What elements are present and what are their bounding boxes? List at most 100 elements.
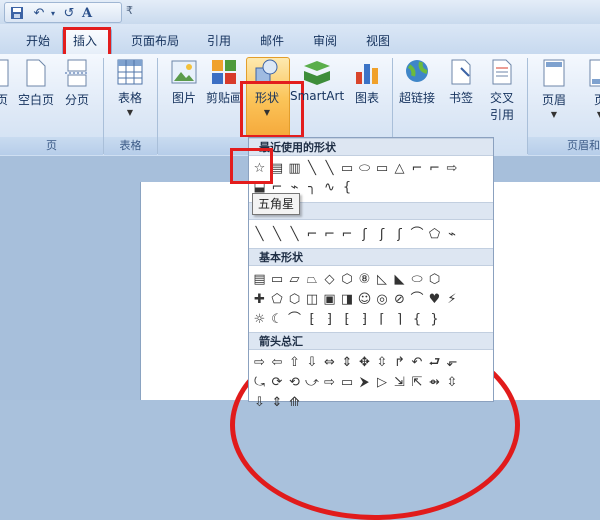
recent_row1-shape-item[interactable]: ⌐ (409, 160, 426, 177)
basic_row2-shape-item[interactable]: ⌒ (409, 291, 426, 308)
arrows_row3-shape-item[interactable]: ⇕ (269, 394, 286, 411)
clipart-button[interactable]: 剪贴画 (204, 58, 244, 136)
basic_row3-shape-item[interactable]: { (409, 311, 426, 328)
recent_row1-shape-item[interactable]: △ (391, 160, 408, 177)
basic_row2-shape-item[interactable]: ◫ (304, 291, 321, 308)
basic_row1-shape-item[interactable]: ▤ (251, 271, 268, 288)
recent_row1-shape-item[interactable]: ▥ (286, 160, 303, 177)
arrows_row2-shape-item[interactable]: ⟳ (269, 374, 286, 391)
arrows_row1-shape-item[interactable]: ⇳ (374, 354, 391, 371)
arrows_row2-shape-item[interactable]: ▷ (374, 374, 391, 391)
basic_row2-shape-item[interactable]: ☺ (356, 291, 373, 308)
picture-button[interactable]: 图片 (164, 58, 204, 136)
basic_row1-shape-item[interactable]: ▭ (269, 271, 286, 288)
arrows_row3-shape-item[interactable]: ⇩ (251, 394, 268, 411)
basic_row1-shape-item[interactable]: ⏢ (304, 271, 321, 288)
lines_row-shape-item[interactable]: ╲ (251, 226, 268, 243)
cross-reference-button[interactable]: 交叉 引用 (482, 58, 522, 136)
lines_row-shape-item[interactable]: ╲ (286, 226, 303, 243)
arrows_row2-shape-item[interactable]: ⤿ (251, 374, 268, 391)
tab-mailings[interactable]: 邮件 (260, 32, 284, 49)
basic_row1-shape-item[interactable]: ◣ (391, 271, 408, 288)
lines_row-shape-item[interactable]: ʃ (374, 226, 391, 243)
basic_row2-shape-item[interactable]: ▣ (321, 291, 338, 308)
lines_row-shape-item[interactable]: ⌐ (321, 226, 338, 243)
basic_row3-shape-item[interactable]: ⁅ (339, 311, 356, 328)
basic_row3-shape-item[interactable]: ⌉ (391, 311, 408, 328)
arrows_row2-shape-item[interactable]: ⇳ (444, 374, 461, 391)
basic_row3-shape-item[interactable]: ⁆ (356, 311, 373, 328)
recent_row2-shape-item[interactable]: ╮ (304, 179, 321, 196)
recent_row1-shape-item[interactable]: ▭ (374, 160, 391, 177)
lines_row-shape-item[interactable]: ⬠ (426, 226, 443, 243)
basic_row2-shape-item[interactable]: ⬡ (286, 291, 303, 308)
arrows_row1-shape-item[interactable]: ⇦ (269, 354, 286, 371)
basic_row3-shape-item[interactable]: ☾ (269, 311, 286, 328)
lines_row-shape-item[interactable]: ʃ (391, 226, 408, 243)
chart-button[interactable]: 图表 (347, 58, 387, 136)
tab-home[interactable]: 开始 (26, 32, 50, 49)
recent_row1-shape-item[interactable]: ⌐ (426, 160, 443, 177)
header-button[interactable]: 页眉 ▼ (534, 58, 574, 136)
cover-page-button[interactable]: 页 (0, 58, 10, 136)
lines_row-shape-item[interactable]: ⌐ (339, 226, 356, 243)
lines_row-shape-item[interactable]: ʃ (356, 226, 373, 243)
recent_row1-shape-item[interactable]: ▭ (339, 160, 356, 177)
undo-dropdown-icon[interactable]: ▾ (45, 6, 61, 22)
basic_row2-shape-item[interactable]: ♥ (426, 291, 443, 308)
save-icon[interactable] (9, 6, 25, 22)
tab-view[interactable]: 视图 (366, 32, 390, 49)
recent_row1-shape-item[interactable]: ⇨ (444, 160, 461, 177)
qat-customize-icon[interactable]: ₹ (126, 4, 133, 17)
basic_row2-shape-item[interactable]: ⊘ (391, 291, 408, 308)
font-icon[interactable]: A (79, 6, 95, 22)
arrows_row1-shape-item[interactable]: ⮐ (426, 354, 443, 371)
arrows_row1-shape-item[interactable]: ↶ (409, 354, 426, 371)
basic_row1-shape-item[interactable]: ⬭ (409, 271, 426, 288)
page-break-button[interactable]: 分页 (60, 58, 94, 136)
basic_row1-shape-item[interactable]: ⬡ (426, 271, 443, 288)
arrows_row1-shape-item[interactable]: ⇩ (304, 354, 321, 371)
basic_row2-shape-item[interactable]: ◎ (374, 291, 391, 308)
basic_row1-shape-item[interactable]: ⑧ (356, 271, 373, 288)
lines_row-shape-item[interactable]: ⌁ (444, 226, 461, 243)
tab-page-layout[interactable]: 页面布局 (131, 32, 179, 49)
tab-references[interactable]: 引用 (207, 32, 231, 49)
recent_row2-shape-item[interactable]: { (339, 179, 356, 196)
basic_row3-shape-item[interactable]: ☼ (251, 311, 268, 328)
arrows_row2-shape-item[interactable]: ⮞ (356, 374, 373, 391)
recent_row1-shape-item[interactable]: ╲ (304, 160, 321, 177)
arrows_row2-shape-item[interactable]: ▭ (339, 374, 356, 391)
bookmark-button[interactable]: 书签 (441, 58, 481, 136)
arrows_row2-shape-item[interactable]: ⇲ (391, 374, 408, 391)
arrows_row1-shape-item[interactable]: ⇕ (339, 354, 356, 371)
basic_row3-shape-item[interactable]: ⌈ (374, 311, 391, 328)
arrows_row2-shape-item[interactable]: ⇨ (321, 374, 338, 391)
arrows_row2-shape-item[interactable]: ⟲ (286, 374, 303, 391)
lines_row-shape-item[interactable]: ╲ (269, 226, 286, 243)
basic_row2-shape-item[interactable]: ◨ (339, 291, 356, 308)
smartart-button[interactable]: SmartArt (290, 58, 344, 136)
recent_row1-shape-item[interactable]: ╲ (321, 160, 338, 177)
arrows_row2-shape-item[interactable]: ⇱ (409, 374, 426, 391)
basic_row3-shape-item[interactable]: } (426, 311, 443, 328)
arrows_row2-shape-item[interactable]: ⇴ (426, 374, 443, 391)
lines_row-shape-item[interactable]: ⌐ (304, 226, 321, 243)
arrows_row1-shape-item[interactable]: ⇨ (251, 354, 268, 371)
arrows_row1-shape-item[interactable]: ⬐ (444, 354, 461, 371)
arrows_row3-shape-item[interactable]: ⟰ (286, 394, 303, 411)
lines_row-shape-item[interactable]: ⌒ (409, 226, 426, 243)
arrows_row1-shape-item[interactable]: ⇧ (286, 354, 303, 371)
arrows_row1-shape-item[interactable]: ⇔ (321, 354, 338, 371)
arrows_row1-shape-item[interactable]: ✥ (356, 354, 373, 371)
basic_row1-shape-item[interactable]: ⬡ (339, 271, 356, 288)
tab-review[interactable]: 审阅 (313, 32, 337, 49)
basic_row1-shape-item[interactable]: ▱ (286, 271, 303, 288)
redo-icon[interactable]: ↺ (61, 6, 77, 22)
basic_row3-shape-item[interactable]: ⌒ (286, 311, 303, 328)
basic_row3-shape-item[interactable]: ⁆ (321, 311, 338, 328)
basic_row1-shape-item[interactable]: ◺ (374, 271, 391, 288)
basic_row2-shape-item[interactable]: ⚡ (444, 291, 461, 308)
basic_row3-shape-item[interactable]: ⁅ (304, 311, 321, 328)
recent_row1-shape-item[interactable]: ⬭ (356, 160, 373, 177)
